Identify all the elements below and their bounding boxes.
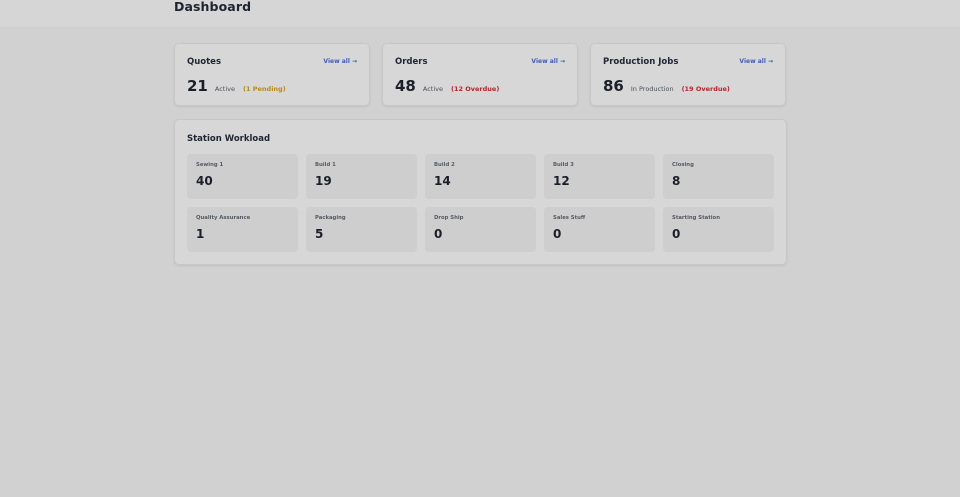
station-tile-build-2[interactable]: Build 2 14 [425, 154, 536, 199]
orders-card: Orders View all → 48 Active (12 Overdue) [382, 43, 578, 106]
station-count: 0 [434, 227, 443, 241]
station-count: 19 [315, 174, 332, 188]
production-jobs-overdue-note: (19 Overdue) [681, 85, 730, 93]
production-jobs-view-all-link[interactable]: View all → [739, 58, 773, 65]
station-name: Build 1 [315, 162, 336, 168]
orders-metric: 48 Active (12 Overdue) [395, 77, 499, 95]
top-header: Dashboard [0, 0, 960, 28]
quotes-count: 21 [187, 77, 208, 95]
orders-count: 48 [395, 77, 416, 95]
station-tile-starting-station[interactable]: Starting Station 0 [663, 207, 774, 252]
quotes-pending-note: (1 Pending) [242, 85, 286, 93]
station-name: Build 3 [553, 162, 574, 168]
station-workload-card: Station Workload Sewing 1 40 Build 1 19 … [174, 119, 787, 265]
station-name: Starting Station [672, 215, 720, 221]
station-workload-title: Station Workload [187, 134, 271, 144]
orders-view-all-link[interactable]: View all → [531, 58, 565, 65]
orders-status-label: Active [422, 85, 443, 93]
station-count: 1 [196, 227, 205, 241]
production-jobs-count: 86 [603, 77, 624, 95]
production-jobs-card: Production Jobs View all → 86 In Product… [590, 43, 786, 106]
station-name: Drop Ship [434, 215, 464, 221]
orders-overdue-note: (12 Overdue) [450, 85, 500, 93]
station-tile-sales-stuff[interactable]: Sales Stuff 0 [544, 207, 655, 252]
production-jobs-card-title: Production Jobs [603, 57, 679, 67]
production-jobs-metric: 86 In Production (19 Overdue) [603, 77, 730, 95]
station-tile-packaging[interactable]: Packaging 5 [306, 207, 417, 252]
station-tile-sewing-1[interactable]: Sewing 1 40 [187, 154, 298, 199]
quotes-card-title: Quotes [187, 57, 222, 67]
station-count: 5 [315, 227, 324, 241]
station-count: 0 [553, 227, 562, 241]
station-tile-closing[interactable]: Closing 8 [663, 154, 774, 199]
quotes-card: Quotes View all → 21 Active (1 Pending) [174, 43, 370, 106]
production-jobs-status-label: In Production [630, 85, 674, 93]
station-name: Build 2 [434, 162, 455, 168]
station-count: 8 [672, 174, 681, 188]
station-tile-drop-ship[interactable]: Drop Ship 0 [425, 207, 536, 252]
quotes-view-all-link[interactable]: View all → [323, 58, 357, 65]
quotes-status-label: Active [214, 85, 235, 93]
station-name: Closing [672, 162, 694, 168]
station-name: Sewing 1 [196, 162, 224, 168]
station-tile-quality-assurance[interactable]: Quality Assurance 1 [187, 207, 298, 252]
station-count: 0 [672, 227, 681, 241]
station-count: 40 [196, 174, 213, 188]
station-grid: Sewing 1 40 Build 1 19 Build 2 14 Build … [187, 154, 774, 252]
station-count: 14 [434, 174, 451, 188]
station-name: Packaging [315, 215, 346, 221]
orders-card-title: Orders [395, 57, 428, 67]
quotes-metric: 21 Active (1 Pending) [187, 77, 286, 95]
station-tile-build-3[interactable]: Build 3 12 [544, 154, 655, 199]
station-count: 12 [553, 174, 570, 188]
station-tile-build-1[interactable]: Build 1 19 [306, 154, 417, 199]
page-title: Dashboard [174, 0, 252, 14]
station-name: Quality Assurance [196, 215, 251, 221]
station-name: Sales Stuff [553, 215, 586, 221]
